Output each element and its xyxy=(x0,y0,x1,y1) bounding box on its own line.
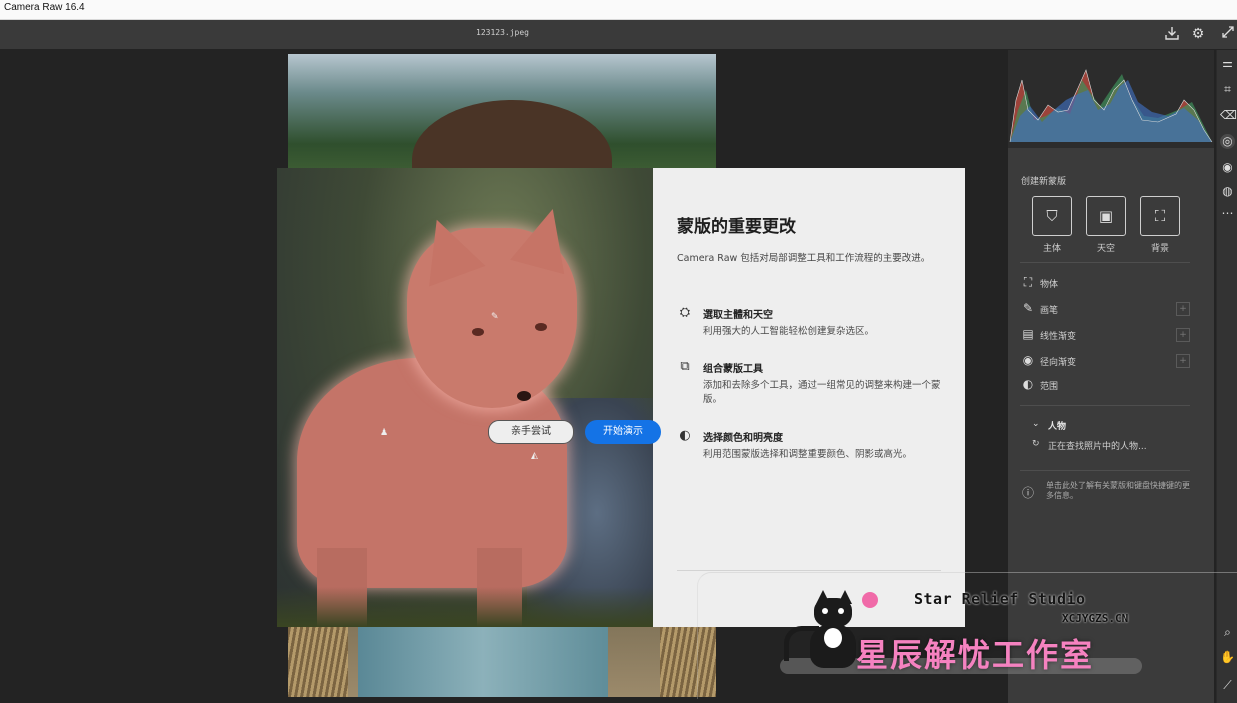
redeye-icon[interactable]: ◉ xyxy=(1220,160,1235,175)
gear-icon[interactable]: ⚙ xyxy=(1189,25,1207,43)
dialog-footer-divider xyxy=(677,570,941,571)
tool-linear-gradient[interactable]: ▤ 线性渐变 + xyxy=(1020,326,1190,346)
help-text[interactable]: 单击此处了解有关蒙版和键盘快捷键的更多信息。 xyxy=(1046,481,1196,501)
object-icon: ⛶ xyxy=(1023,275,1033,289)
brush-icon: ✎ xyxy=(1022,301,1034,315)
background-mask-button[interactable]: ⛶ xyxy=(1140,196,1180,236)
feature-title: 選取主體和天空 xyxy=(703,310,773,321)
refresh-icon: ↻ xyxy=(1032,439,1040,449)
watermark-english: Star Relief Studio xyxy=(914,590,1086,608)
plus-icon[interactable]: + xyxy=(1176,328,1190,342)
top-toolbar: 123123.jpeg ⚙ xyxy=(0,20,1237,49)
photo-wheat-left xyxy=(288,627,348,697)
tool-label: 画笔 xyxy=(1040,306,1059,316)
divider xyxy=(1020,262,1190,263)
tool-label: 范围 xyxy=(1040,382,1059,392)
expand-icon[interactable] xyxy=(1219,25,1237,43)
tool-radial-gradient[interactable]: ◉ 径向渐变 + xyxy=(1020,352,1190,372)
tool-brush[interactable]: ✎ 画笔 + xyxy=(1020,300,1190,320)
plus-icon[interactable]: + xyxy=(1176,302,1190,316)
mask-changes-dialog: ✎ ♟ ◭ 蒙版的重要更改 Camera Raw 包括对局部调整工具和工作流程的… xyxy=(277,168,965,627)
watermark-url: XCJYGZS.CN xyxy=(1062,612,1129,625)
feature-desc: 利用范围蒙版选择和调整重要颜色、阴影或高光。 xyxy=(703,449,913,460)
tool-object[interactable]: ⛶ 物体 xyxy=(1020,274,1190,294)
heart-bubble-icon xyxy=(862,592,878,608)
create-mask-label: 创建新蒙版 xyxy=(1021,177,1067,187)
chevron-down-icon[interactable]: ⌄ xyxy=(1032,419,1040,429)
masking-icon[interactable]: ◎ xyxy=(1220,134,1235,149)
range-pin-icon: ◭ xyxy=(531,451,538,461)
feature-desc: 添加和去除多个工具，通过一组常见的调整来构建一个蒙版。 xyxy=(703,380,941,405)
more-icon[interactable]: ⋯ xyxy=(1220,206,1235,221)
feature-title: 组合蒙版工具 xyxy=(703,364,763,375)
histogram xyxy=(1008,50,1214,148)
people-heading[interactable]: 人物 xyxy=(1048,419,1066,432)
eraser-icon[interactable]: ⌫ xyxy=(1220,108,1237,123)
file-name: 123123.jpeg xyxy=(476,28,529,37)
tool-range[interactable]: ◐ 范围 xyxy=(1020,376,1190,396)
subject-label: 主体 xyxy=(1042,244,1061,254)
range-icon: ◐ xyxy=(1022,377,1034,391)
tool-label: 物体 xyxy=(1040,280,1059,290)
grass xyxy=(277,587,653,627)
cat-head xyxy=(814,598,852,628)
cat-eye xyxy=(838,608,844,614)
mask-combine-icon: ⧉ xyxy=(680,359,690,374)
window-title: Camera Raw 16.4 xyxy=(4,2,85,13)
background-label: 背景 xyxy=(1150,244,1169,254)
try-it-button[interactable]: 亲手尝试 xyxy=(488,420,574,444)
watermark-chinese: 星辰解忧工作室 xyxy=(856,636,1095,674)
dialog-text-panel: 蒙版的重要更改 Camera Raw 包括对局部调整工具和工作流程的主要改进。 … xyxy=(653,168,965,627)
fox-eye xyxy=(535,323,547,331)
sliders-icon[interactable]: ⚌ xyxy=(1220,56,1235,71)
subject-icon: ⛉ xyxy=(1046,207,1058,225)
sky-label: 天空 xyxy=(1096,244,1115,254)
dialog-intro: Camera Raw 包括对局部调整工具和工作流程的主要改进。 xyxy=(677,253,931,264)
subject-mask-button[interactable]: ⛉ xyxy=(1032,196,1072,236)
dialog-title: 蒙版的重要更改 xyxy=(677,217,796,237)
window-titlebar: Camera Raw 16.4 xyxy=(0,0,1237,20)
plus-icon[interactable]: + xyxy=(1176,354,1190,368)
cat-eye xyxy=(822,608,828,614)
help-icon[interactable]: ⓘ xyxy=(1022,484,1034,501)
sky-mask-button[interactable]: ▣ xyxy=(1086,196,1126,236)
range-select-icon: ◐ xyxy=(679,428,691,443)
divider xyxy=(1020,405,1190,406)
background-icon: ⛶ xyxy=(1154,207,1166,225)
radial-gradient-icon: ◉ xyxy=(1022,353,1034,367)
divider xyxy=(1020,470,1190,471)
people-status: 正在查找照片中的人物... xyxy=(1048,442,1147,452)
fox-eye xyxy=(472,328,484,336)
feature-desc: 利用强大的人工智能轻松创建复杂选区。 xyxy=(703,326,875,337)
sky-icon: ▣ xyxy=(1098,207,1114,225)
download-icon[interactable] xyxy=(1163,25,1181,43)
fox-nose xyxy=(517,391,531,401)
presets-icon[interactable]: ◍ xyxy=(1220,184,1235,199)
crop-icon[interactable]: ⌗ xyxy=(1220,82,1235,97)
tool-label: 线性渐变 xyxy=(1040,332,1077,342)
cat-chest xyxy=(824,628,842,648)
start-demo-button[interactable]: 开始演示 xyxy=(585,420,661,444)
person-pin-icon: ♟ xyxy=(380,428,389,438)
brush-pin-icon: ✎ xyxy=(491,312,499,322)
photo-dress xyxy=(358,626,608,697)
feature-title: 选择颜色和明亮度 xyxy=(703,433,783,444)
tool-label: 径向渐变 xyxy=(1040,358,1077,368)
dialog-fox-image: ✎ ♟ ◭ xyxy=(277,168,653,627)
linear-gradient-icon: ▤ xyxy=(1022,327,1034,341)
person-select-icon: ⛭ xyxy=(679,305,691,320)
